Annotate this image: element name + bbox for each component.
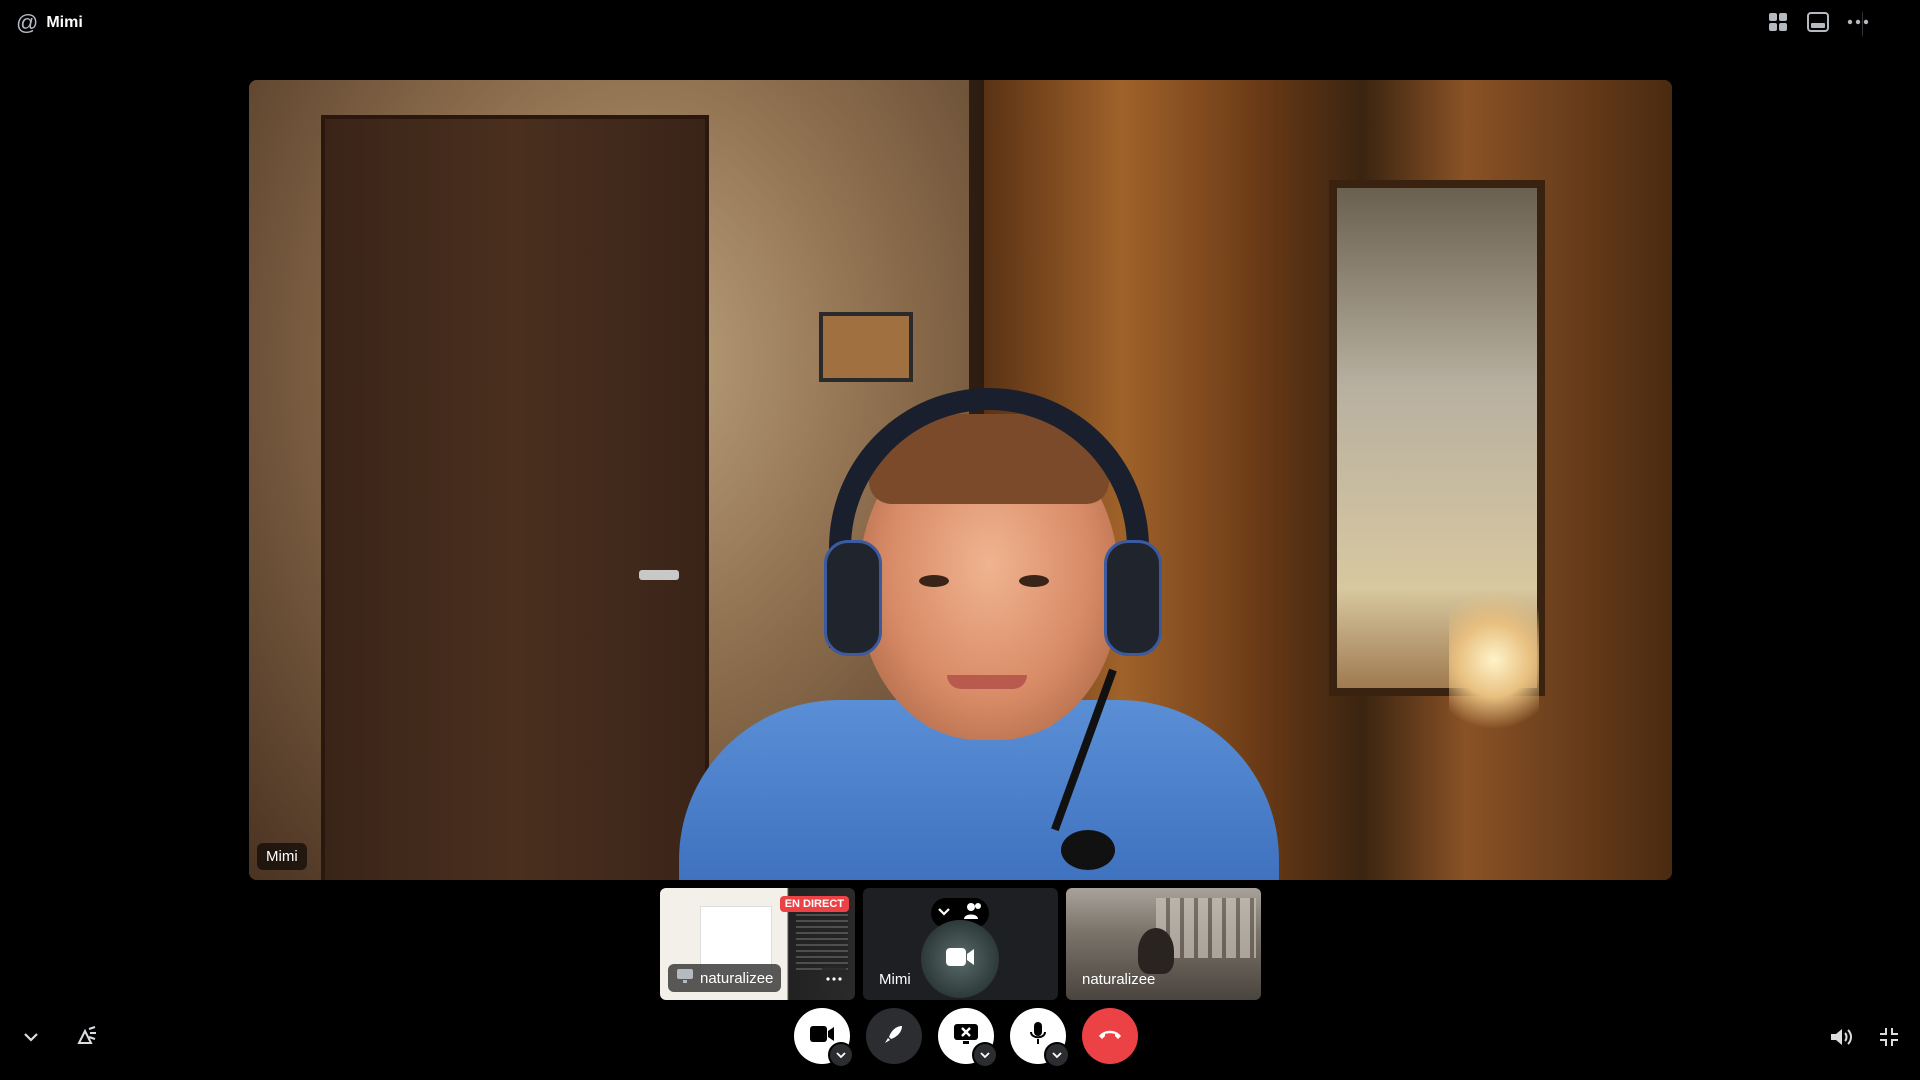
camera-button[interactable] — [794, 1008, 854, 1068]
grid-icon[interactable] — [1766, 10, 1790, 34]
microphone-icon — [1028, 1021, 1048, 1052]
headset-ear-left — [824, 540, 882, 656]
screen-share-button[interactable] — [938, 1008, 998, 1068]
door-handle — [639, 570, 679, 580]
exit-fullscreen-icon[interactable] — [1876, 1024, 1902, 1050]
live-badge: EN DIRECT — [779, 896, 849, 912]
thumbnail-name-tag: naturalizee — [668, 964, 782, 992]
mic-capsule — [1061, 830, 1115, 870]
channel-name: Mimi — [46, 14, 83, 31]
thumbnail-user: naturalizee — [700, 969, 774, 987]
main-video-stream[interactable]: Mimi — [249, 80, 1672, 880]
headset-ear-right — [1104, 540, 1162, 656]
participant-strip: EN DIRECT naturalizee Mimi naturalizee — [660, 888, 1261, 1000]
mic-options-button[interactable] — [1044, 1042, 1070, 1068]
thumbnail-camera[interactable]: naturalizee — [1066, 888, 1261, 1000]
participant-name-tag: Mimi — [257, 843, 307, 870]
call-controls — [794, 1008, 1138, 1068]
hang-up-icon — [1097, 1027, 1123, 1046]
activity-button[interactable] — [866, 1008, 922, 1064]
lamp-glow — [1449, 580, 1539, 740]
shared-terminal — [796, 902, 848, 972]
video-camera-icon — [945, 946, 975, 973]
soundboard-icon[interactable] — [74, 1024, 100, 1050]
chevron-down-icon[interactable] — [937, 904, 951, 922]
thumbnail-name-tag: naturalizee — [1074, 967, 1163, 992]
participant-video — [679, 370, 1279, 880]
more-icon[interactable] — [1846, 10, 1870, 34]
thumbnail-name-tag: Mimi — [871, 967, 919, 992]
background-door — [321, 115, 709, 880]
volume-icon[interactable] — [1828, 1024, 1854, 1050]
popout-icon[interactable] — [1806, 10, 1830, 34]
mic-button[interactable] — [1010, 1008, 1070, 1068]
screen-share-icon — [676, 968, 694, 988]
channel-title: @ Mimi — [16, 12, 83, 34]
chevron-down-icon[interactable] — [18, 1024, 44, 1050]
camera-options-button[interactable] — [828, 1042, 854, 1068]
at-icon: @ — [16, 10, 39, 35]
thumbnail-user: naturalizee — [1082, 971, 1156, 988]
thumbnail-user: Mimi — [879, 971, 911, 988]
screen-share-options-button[interactable] — [972, 1042, 998, 1068]
rocket-icon — [882, 1022, 906, 1051]
thumbnail-screen-share[interactable]: EN DIRECT naturalizee — [660, 888, 855, 1000]
thumbnail-more-button[interactable] — [821, 966, 847, 992]
thumbnail-camera-off[interactable]: Mimi — [863, 888, 1058, 1000]
mouth — [947, 675, 1027, 689]
avatar — [921, 920, 999, 998]
call-header: @ Mimi — [0, 0, 1920, 48]
disconnect-button[interactable] — [1082, 1008, 1138, 1064]
header-divider — [1862, 12, 1863, 36]
